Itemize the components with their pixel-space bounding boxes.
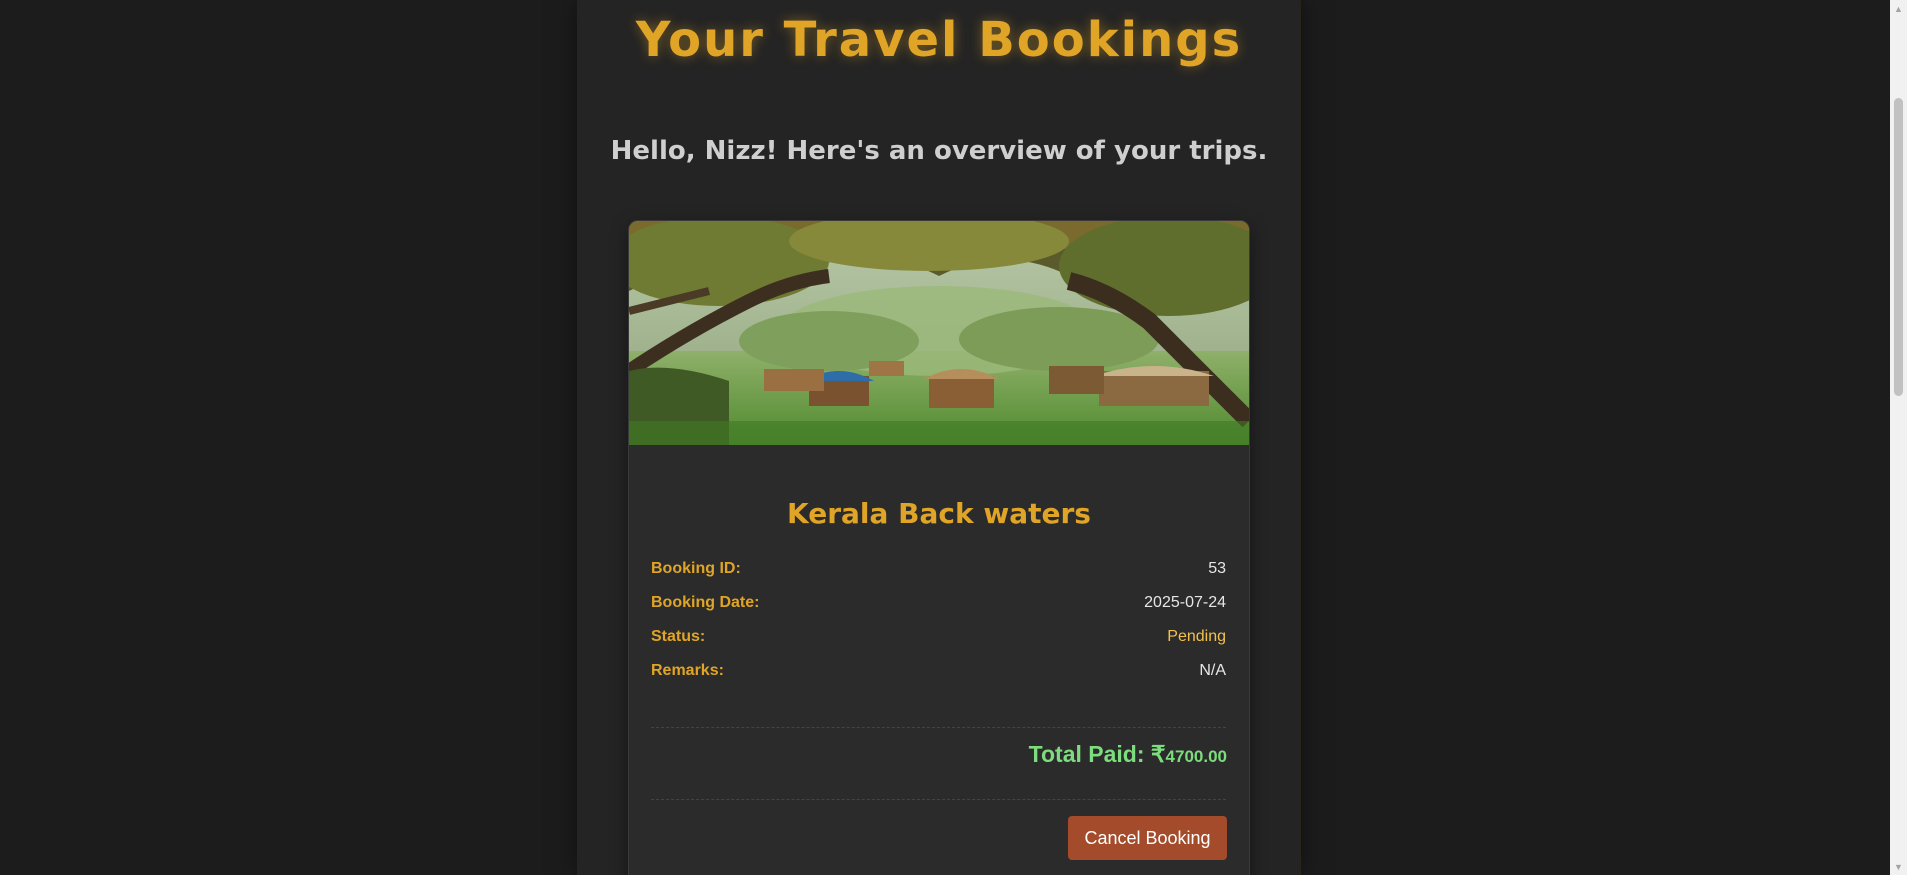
booking-card: Kerala Back waters Booking ID: 53 Bookin…	[628, 220, 1250, 875]
detail-row-booking-date: Booking Date: 2025-07-24	[651, 590, 1226, 616]
destination-image	[629, 221, 1249, 445]
detail-label: Booking Date:	[651, 594, 760, 611]
scroll-down-icon[interactable]: ▼	[1890, 858, 1907, 875]
greeting-text: Hello, Nizz! Here's an overview of your …	[610, 136, 1268, 166]
detail-row-status: Status: Pending	[651, 624, 1226, 650]
main-column: Your Travel Bookings Hello, Nizz! Here's…	[578, 0, 1300, 875]
scroll-up-icon[interactable]: ▲	[1890, 0, 1907, 17]
scroll-thumb[interactable]	[1894, 98, 1903, 396]
destination-name: Kerala Back waters	[787, 497, 1091, 530]
divider	[651, 799, 1226, 800]
scrollbar[interactable]: ▲ ▼	[1890, 0, 1907, 875]
detail-value: 2025-07-24	[1144, 594, 1226, 611]
detail-label: Status:	[651, 628, 706, 645]
total-paid-label: Total Paid: ₹	[1028, 741, 1166, 767]
total-paid-amount: 4700.00	[1165, 747, 1227, 766]
detail-row-remarks: Remarks: N/A	[651, 658, 1226, 684]
cancel-booking-button[interactable]: Cancel Booking	[1068, 816, 1227, 860]
detail-label: Remarks:	[651, 662, 724, 679]
divider	[651, 727, 1226, 728]
detail-label: Booking ID:	[651, 560, 741, 577]
detail-row-booking-id: Booking ID: 53	[651, 556, 1226, 582]
status-badge: Pending	[1167, 628, 1226, 645]
page: Your Travel Bookings Hello, Nizz! Here's…	[0, 0, 1907, 875]
detail-value: N/A	[1199, 662, 1226, 679]
detail-value: 53	[1208, 560, 1226, 577]
total-paid: Total Paid: ₹4700.00	[1029, 741, 1227, 768]
page-title: Your Travel Bookings	[635, 12, 1243, 68]
